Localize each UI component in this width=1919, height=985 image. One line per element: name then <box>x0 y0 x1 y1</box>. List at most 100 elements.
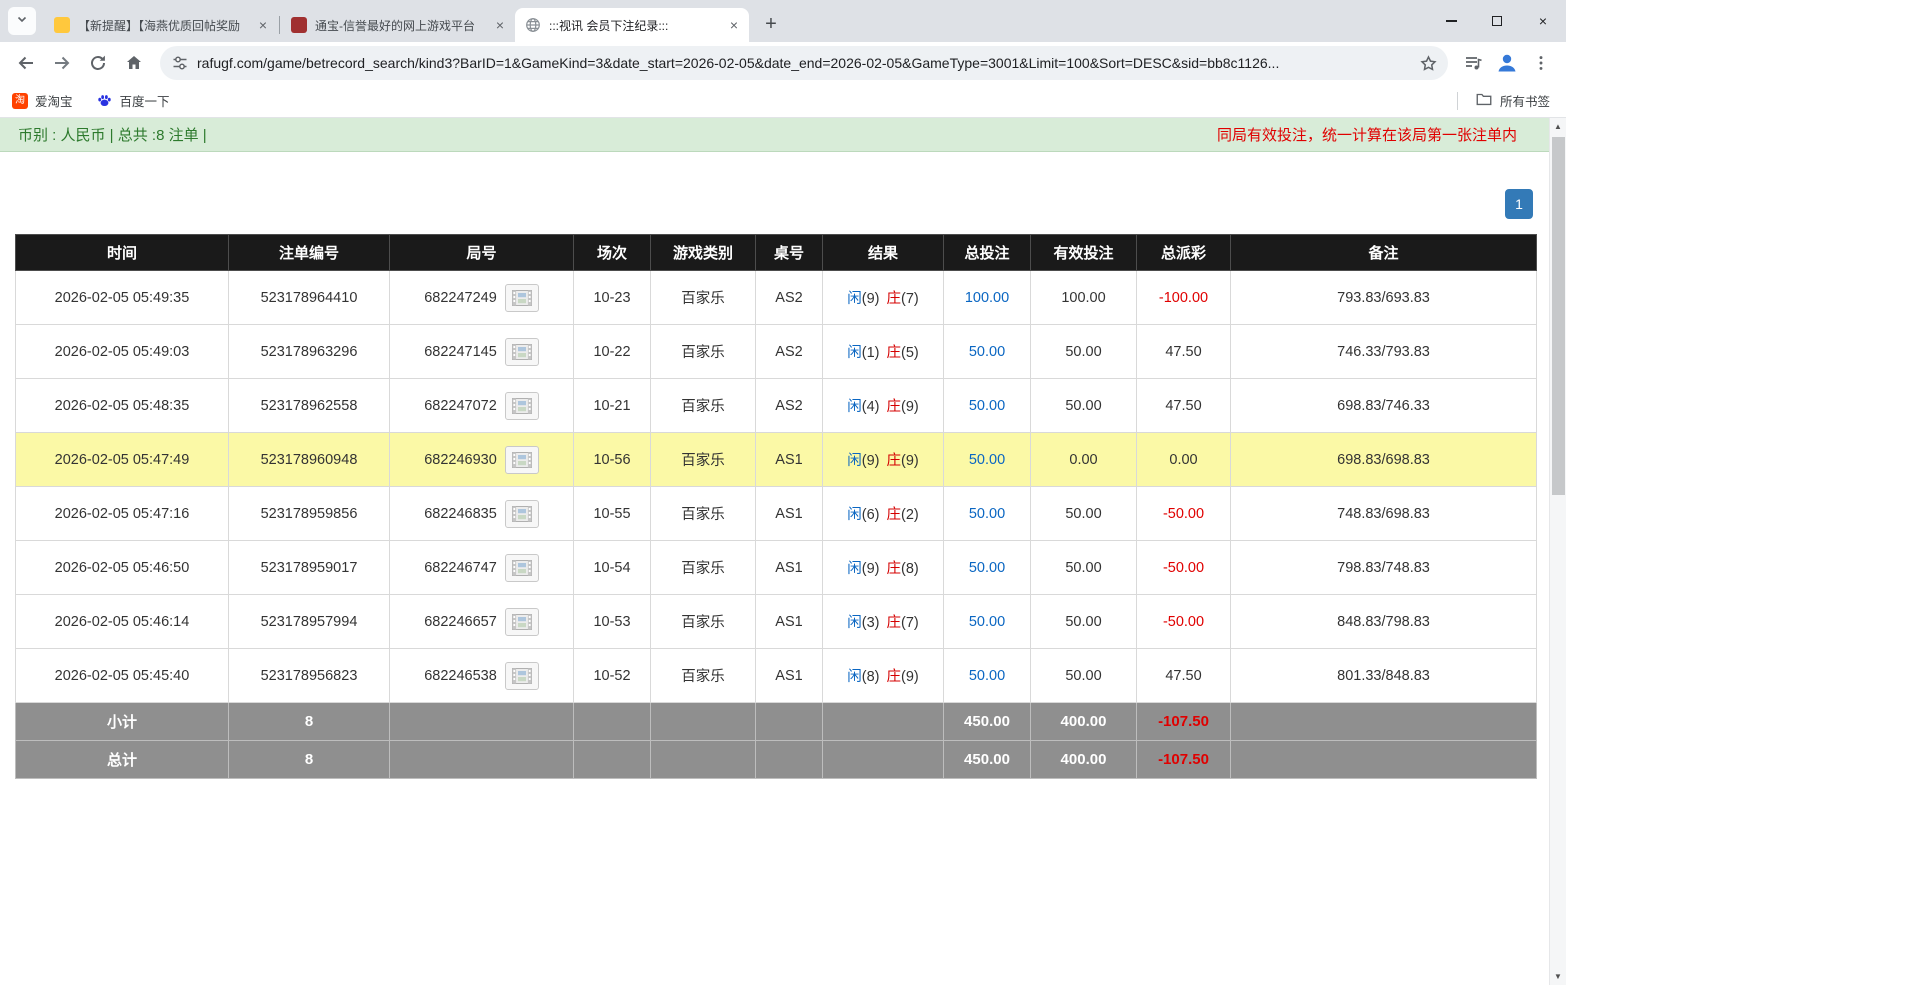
video-replay-button[interactable] <box>504 337 539 366</box>
scrollbar-thumb[interactable] <box>1552 137 1565 495</box>
round-number: 682247072 <box>424 397 497 414</box>
close-button[interactable]: × <box>1520 0 1566 42</box>
empty-cell <box>755 740 823 779</box>
cell-session: 10-54 <box>573 540 651 595</box>
tab-title: 【新提醒】【海燕优质回帖奖励 <box>78 18 241 33</box>
cell-table-no: AS2 <box>755 270 823 325</box>
cell-total-bet[interactable]: 50.00 <box>943 594 1031 649</box>
cell-bet-id: 523178956823 <box>228 648 390 703</box>
tab-divider <box>279 16 280 34</box>
total-valid-bet: 400.00 <box>1030 740 1137 779</box>
close-icon: × <box>1538 13 1548 29</box>
url-text[interactable]: rafugf.com/game/betrecord_search/kind3?B… <box>197 55 1411 71</box>
cell-game-type: 百家乐 <box>650 594 756 649</box>
tab-favicon <box>54 17 70 33</box>
scroll-down-arrow[interactable]: ▼ <box>1550 968 1566 985</box>
tab-strip: 【新提醒】【海燕优质回帖奖励 × 通宝-信誉最好的网上游戏平台 × :::视讯 … <box>0 0 1566 42</box>
table-row: 2026-02-05 05:47:49 523178960948 6822469… <box>15 432 1537 487</box>
total-count: 8 <box>228 740 390 779</box>
tab-haiyan[interactable]: 【新提醒】【海燕优质回帖奖励 × <box>44 8 278 42</box>
tab-bet-record-active[interactable]: :::视讯 会员下注纪录::: × <box>515 8 749 42</box>
bookmark-baidu[interactable]: 百度一下 <box>97 91 170 110</box>
tab-tongbao[interactable]: 通宝-信誉最好的网上游戏平台 × <box>281 8 515 42</box>
header-game-type: 游戏类别 <box>650 234 756 271</box>
subtotal-valid-bet: 400.00 <box>1030 702 1137 741</box>
cell-time: 2026-02-05 05:49:35 <box>15 270 229 325</box>
film-icon <box>511 289 532 306</box>
cell-table-no: AS2 <box>755 378 823 433</box>
round-number: 682246747 <box>424 559 497 576</box>
cell-note: 748.83/698.83 <box>1230 486 1537 541</box>
video-replay-button[interactable] <box>504 607 539 636</box>
video-replay-button[interactable] <box>504 391 539 420</box>
address-bar[interactable]: rafugf.com/game/betrecord_search/kind3?B… <box>160 46 1448 80</box>
header-table-no: 桌号 <box>755 234 823 271</box>
empty-cell <box>1230 702 1537 741</box>
cell-total-bet[interactable]: 50.00 <box>943 540 1031 595</box>
bookmark-aitaobao[interactable]: 淘 爱淘宝 <box>12 91 73 110</box>
cell-total-bet[interactable]: 50.00 <box>943 648 1031 703</box>
round-number: 682246835 <box>424 505 497 522</box>
tab-close-icon[interactable]: × <box>254 16 272 34</box>
forward-button[interactable] <box>45 46 79 80</box>
vertical-scrollbar[interactable]: ▲ ▼ <box>1549 118 1566 985</box>
cell-game-type: 百家乐 <box>650 486 756 541</box>
video-replay-button[interactable] <box>504 283 539 312</box>
video-replay-button[interactable] <box>504 445 539 474</box>
cell-payout: -50.00 <box>1136 486 1231 541</box>
profile-avatar[interactable] <box>1490 46 1524 80</box>
table-header-row: 时间 注单编号 局号 场次 游戏类别 桌号 结果 总投注 有效投注 总派彩 备注 <box>15 234 1537 271</box>
kebab-menu-icon <box>1539 56 1543 70</box>
empty-cell <box>573 702 651 741</box>
cell-note: 698.83/746.33 <box>1230 378 1537 433</box>
empty-cell <box>650 740 756 779</box>
cell-note: 848.83/798.83 <box>1230 594 1537 649</box>
round-number: 682246657 <box>424 613 497 630</box>
cell-total-bet[interactable]: 100.00 <box>943 270 1031 325</box>
table-row: 2026-02-05 05:49:35 523178964410 6822472… <box>15 270 1537 325</box>
toolbar-right <box>1456 46 1558 80</box>
browser-menu-button[interactable] <box>1524 46 1558 80</box>
tab-close-icon[interactable]: × <box>725 16 743 34</box>
cell-game-type: 百家乐 <box>650 270 756 325</box>
pagination-page-1[interactable]: 1 <box>1505 189 1533 219</box>
video-replay-button[interactable] <box>504 553 539 582</box>
cell-note: 798.83/748.83 <box>1230 540 1537 595</box>
reload-button[interactable] <box>81 46 115 80</box>
cell-total-bet[interactable]: 50.00 <box>943 378 1031 433</box>
maximize-button[interactable] <box>1474 0 1520 42</box>
cell-session: 10-53 <box>573 594 651 649</box>
table-row: 2026-02-05 05:48:35 523178962558 6822470… <box>15 378 1537 433</box>
cell-bet-id: 523178963296 <box>228 324 390 379</box>
cell-round: 682247249 <box>389 270 574 325</box>
cell-total-bet[interactable]: 50.00 <box>943 324 1031 379</box>
tab-search-button[interactable] <box>8 7 36 35</box>
cell-valid-bet: 0.00 <box>1030 432 1137 487</box>
film-icon <box>511 505 532 522</box>
cell-game-type: 百家乐 <box>650 648 756 703</box>
cell-table-no: AS2 <box>755 324 823 379</box>
tab-close-icon[interactable]: × <box>491 16 509 34</box>
back-button[interactable] <box>9 46 43 80</box>
new-tab-button[interactable]: + <box>757 10 785 38</box>
video-replay-button[interactable] <box>504 661 539 690</box>
tab-favicon <box>291 17 307 33</box>
currency-summary: 币别 : 人民币 | 总共 :8 注单 | <box>18 127 207 144</box>
cell-session: 10-52 <box>573 648 651 703</box>
media-controls-button[interactable] <box>1456 46 1490 80</box>
header-session: 场次 <box>573 234 651 271</box>
minimize-button[interactable] <box>1428 0 1474 42</box>
site-settings-icon[interactable] <box>172 55 188 71</box>
cell-note: 801.33/848.83 <box>1230 648 1537 703</box>
bookmark-star-icon[interactable] <box>1419 54 1438 73</box>
cell-note: 698.83/698.83 <box>1230 432 1537 487</box>
subtotal-total-bet: 450.00 <box>943 702 1031 741</box>
cell-total-bet[interactable]: 50.00 <box>943 432 1031 487</box>
home-button[interactable] <box>117 46 151 80</box>
cell-total-bet[interactable]: 50.00 <box>943 486 1031 541</box>
cell-game-type: 百家乐 <box>650 324 756 379</box>
cell-bet-id: 523178957994 <box>228 594 390 649</box>
all-bookmarks[interactable]: 所有书签 <box>1456 90 1556 111</box>
video-replay-button[interactable] <box>504 499 539 528</box>
scroll-up-arrow[interactable]: ▲ <box>1550 118 1566 135</box>
